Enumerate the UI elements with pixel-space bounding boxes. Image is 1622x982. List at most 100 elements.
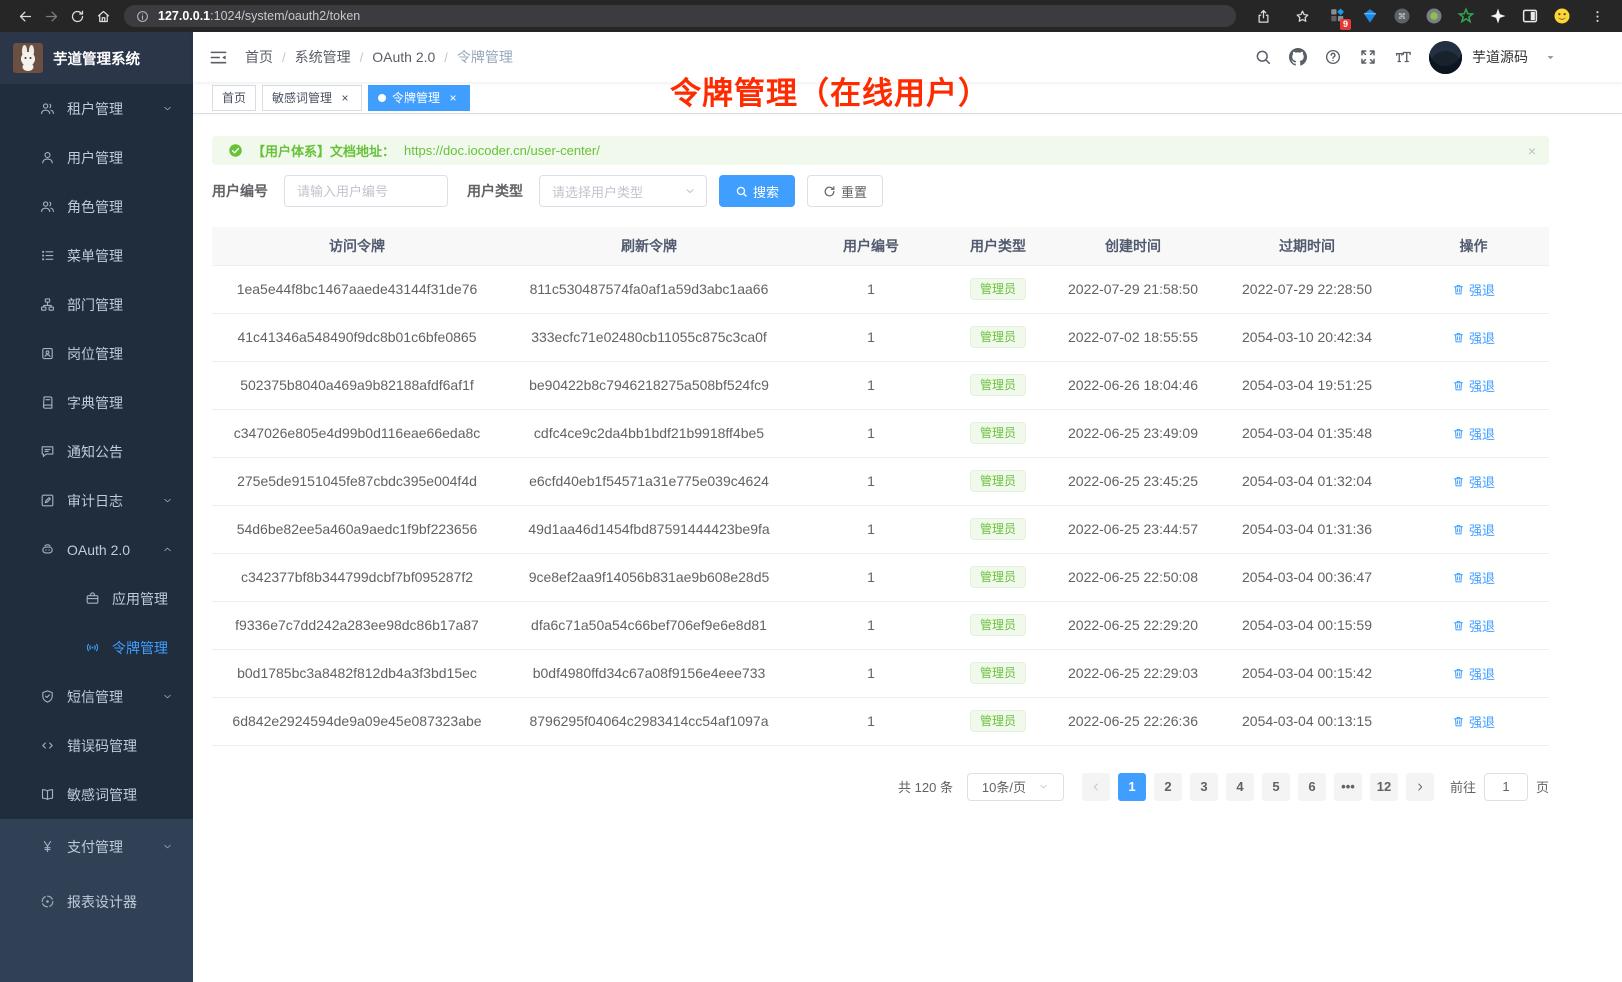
fullscreen-icon[interactable] — [1359, 48, 1377, 66]
sidebar-item-report-designer[interactable]: 报表设计器 — [0, 874, 193, 929]
cell-expire-time: 2054-03-04 00:15:42 — [1216, 649, 1398, 697]
sms-shield-icon — [40, 689, 56, 704]
record-extension-icon[interactable] — [1424, 7, 1443, 26]
table-row: 275e5de9151045fe87cbdc395e004f4de6cfd40e… — [212, 457, 1549, 505]
user-type-select[interactable]: 请选择用户类型 — [539, 175, 707, 207]
share-icon[interactable] — [1250, 3, 1276, 29]
sidebar-item-oauth2-token[interactable]: 令牌管理 — [0, 623, 193, 672]
github-icon[interactable] — [1289, 48, 1307, 66]
breadcrumb-item[interactable]: OAuth 2.0 — [372, 49, 435, 65]
sidebar-item-oauth2-app[interactable]: 应用管理 — [0, 574, 193, 623]
user-name[interactable]: 芋道源码 — [1472, 47, 1528, 67]
search-icon[interactable] — [1254, 48, 1272, 66]
cell-create-time: 2022-06-26 18:04:46 — [1050, 361, 1216, 409]
reset-button[interactable]: 重置 — [807, 175, 883, 207]
page-button-4[interactable]: 4 — [1226, 773, 1254, 801]
site-info-icon[interactable] — [136, 10, 149, 23]
browser-forward-icon[interactable] — [38, 3, 64, 29]
browser-menu-icon[interactable] — [1584, 3, 1610, 29]
app-logo[interactable]: 芋道管理系统 — [0, 32, 193, 84]
pinwheel-extension-icon[interactable] — [1488, 7, 1507, 26]
cell-access-token: 6d842e2924594de9a09e45e087323abe — [212, 697, 502, 745]
sidebar-item-error-code[interactable]: 错误码管理 — [0, 721, 193, 770]
page-size-value: 10条/页 — [982, 777, 1026, 796]
force-logout-button[interactable]: 强退 — [1452, 520, 1495, 539]
user-avatar[interactable] — [1429, 41, 1462, 74]
bookmark-star-icon[interactable] — [1289, 3, 1315, 29]
force-logout-button[interactable]: 强退 — [1452, 376, 1495, 395]
page-button-3[interactable]: 3 — [1190, 773, 1218, 801]
side-panel-icon[interactable] — [1520, 7, 1539, 26]
sidebar-item-dept[interactable]: 部门管理 — [0, 280, 193, 329]
browser-address-bar[interactable]: 127.0.0.1:1024/system/oauth2/token — [124, 5, 1236, 27]
force-logout-button[interactable]: 强退 — [1452, 712, 1495, 731]
breadcrumb-item[interactable]: 系统管理 — [295, 47, 351, 67]
prev-page-button[interactable] — [1082, 773, 1110, 801]
sidebar-item-pay[interactable]: 支付管理 — [0, 819, 193, 874]
sidebar-item-post[interactable]: 岗位管理 — [0, 329, 193, 378]
tab-active-2[interactable]: 令牌管理× — [368, 85, 470, 111]
cell-access-token: c347026e805e4d99b0d116eae66eda8c — [212, 409, 502, 457]
force-logout-button[interactable]: 强退 — [1452, 616, 1495, 635]
help-icon[interactable] — [1324, 48, 1342, 66]
page-button-6[interactable]: 6 — [1298, 773, 1326, 801]
sidebar-item-audit-log[interactable]: 审计日志 — [0, 476, 193, 525]
force-logout-button[interactable]: 强退 — [1452, 280, 1495, 299]
page-button-2[interactable]: 2 — [1154, 773, 1182, 801]
sidebar-item-notice[interactable]: 通知公告 — [0, 427, 193, 476]
caret-down-icon[interactable] — [1545, 52, 1556, 63]
alert-close-icon[interactable]: × — [1528, 144, 1536, 158]
breadcrumb-item: 令牌管理 — [457, 47, 513, 67]
cell-create-time: 2022-06-25 22:29:20 — [1050, 601, 1216, 649]
user-id-input[interactable] — [284, 175, 448, 207]
audit-log-icon — [40, 493, 56, 508]
green-star-extension-icon[interactable] — [1456, 7, 1475, 26]
jump-page-input[interactable] — [1484, 773, 1528, 801]
hamburger-icon[interactable] — [209, 48, 228, 67]
sidebar-item-user[interactable]: 用户管理 — [0, 133, 193, 182]
page-size-select[interactable]: 10条/页 — [967, 773, 1064, 801]
browser-back-icon[interactable] — [12, 3, 38, 29]
sidebar-item-sms[interactable]: 短信管理 — [0, 672, 193, 721]
more-pages-button[interactable]: ••• — [1334, 773, 1362, 801]
table-row: b0d1785bc3a8482f812db4a3f3bd15ecb0df4980… — [212, 649, 1549, 697]
force-logout-button[interactable]: 强退 — [1452, 568, 1495, 587]
browser-home-icon[interactable] — [90, 3, 116, 29]
sidebar-item-tenant[interactable]: 租户管理 — [0, 84, 193, 133]
breadcrumb-item[interactable]: 首页 — [245, 47, 273, 67]
close-icon[interactable]: × — [446, 91, 460, 105]
sidebar-item-oauth2[interactable]: OAuth 2.0 — [0, 525, 193, 574]
gem-extension-icon[interactable] — [1360, 7, 1379, 26]
sidebar-item-label: 审计日志 — [67, 491, 123, 511]
close-icon[interactable]: × — [338, 91, 352, 105]
extensions-grid-icon[interactable]: 9 — [1328, 7, 1347, 26]
force-logout-button[interactable]: 强退 — [1452, 328, 1495, 347]
sidebar-item-menu[interactable]: 菜单管理 — [0, 231, 193, 280]
force-logout-button[interactable]: 强退 — [1452, 424, 1495, 443]
page-button-5[interactable]: 5 — [1262, 773, 1290, 801]
chevron-down-icon — [162, 691, 173, 702]
sidebar-item-sensitive-word[interactable]: 敏感词管理 — [0, 770, 193, 819]
sidebar-item-role[interactable]: 角色管理 — [0, 182, 193, 231]
next-page-button[interactable] — [1406, 773, 1434, 801]
jump-prefix-label: 前往 — [1450, 777, 1476, 796]
search-button[interactable]: 搜索 — [719, 175, 795, 207]
cell-access-token: c342377bf8b344799dcbf7bf095287f2 — [212, 553, 502, 601]
browser-reload-icon[interactable] — [64, 3, 90, 29]
emoji-extension-icon[interactable] — [1552, 7, 1571, 26]
table-row: f9336e7c7dd242a283ee98dc86b17a87dfa6c71a… — [212, 601, 1549, 649]
force-logout-button[interactable]: 强退 — [1452, 472, 1495, 491]
tab-1[interactable]: 敏感词管理× — [262, 85, 362, 111]
page-button-12[interactable]: 12 — [1370, 773, 1398, 801]
command-extension-icon[interactable]: ⌘ — [1392, 7, 1411, 26]
force-logout-button[interactable]: 强退 — [1452, 664, 1495, 683]
cell-create-time: 2022-07-02 18:55:55 — [1050, 313, 1216, 361]
roles-icon — [40, 199, 56, 214]
font-size-icon[interactable] — [1394, 48, 1412, 66]
alert-doc-link[interactable]: https://doc.iocoder.cn/user-center/ — [404, 143, 600, 158]
page-button-1[interactable]: 1 — [1118, 773, 1146, 801]
sidebar-item-dict[interactable]: 字典管理 — [0, 378, 193, 427]
sidebar-item-label: 菜单管理 — [67, 246, 123, 266]
sidebar-item-label: 部门管理 — [67, 295, 123, 315]
tab-0[interactable]: 首页 — [212, 85, 256, 111]
